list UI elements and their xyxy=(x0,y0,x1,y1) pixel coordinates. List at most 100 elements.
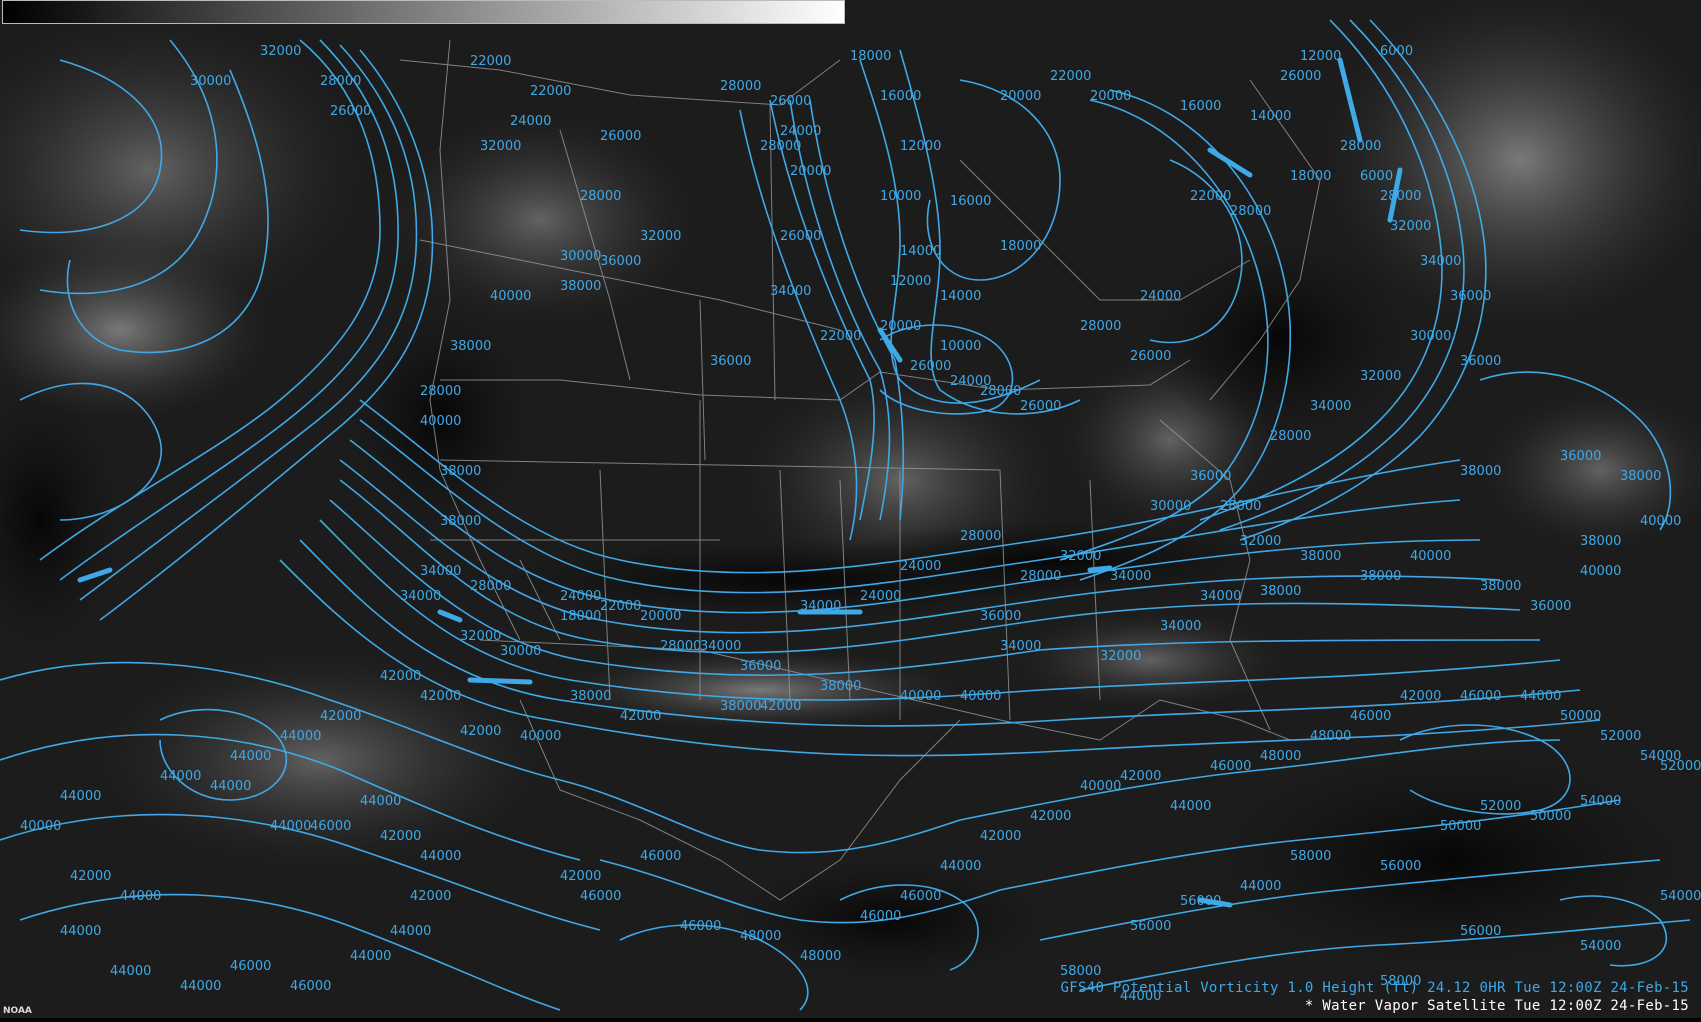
contour-label: 38000 xyxy=(1480,579,1521,594)
contour-label: 18000 xyxy=(850,49,891,64)
contour-label: 6000 xyxy=(1360,169,1393,184)
satellite-caption: * Water Vapor Satellite Tue 12:00Z 24-Fe… xyxy=(1304,998,1689,1014)
contour-label: 54000 xyxy=(1580,794,1621,809)
contour-label: 14000 xyxy=(900,244,941,259)
jet-core xyxy=(467,677,533,685)
contour-label: 14000 xyxy=(940,289,981,304)
contour-label: 48000 xyxy=(800,949,841,964)
contour-label: 32000 xyxy=(1360,369,1401,384)
contour-label: 44000 xyxy=(60,789,101,804)
contour-label: 44000 xyxy=(280,729,321,744)
contour-label: 32000 xyxy=(1240,534,1281,549)
contour-label: 52000 xyxy=(1600,729,1641,744)
contour-label: 18000 xyxy=(560,609,601,624)
contour-label: 54000 xyxy=(1580,939,1621,954)
contour-label: 42000 xyxy=(320,709,361,724)
contour-label: 46000 xyxy=(1350,709,1391,724)
contour-label: 30000 xyxy=(1410,329,1451,344)
satellite-color-scale xyxy=(2,0,845,24)
contour-label: 20000 xyxy=(880,319,921,334)
contour-label: 34000 xyxy=(1160,619,1201,634)
contour-label: 42000 xyxy=(980,829,1021,844)
contour-label: 44000 xyxy=(230,749,271,764)
contour-label: 28000 xyxy=(1340,139,1381,154)
contour-label: 12000 xyxy=(900,139,941,154)
contour-label: 36000 xyxy=(1530,599,1571,614)
contour-label: 36000 xyxy=(740,659,781,674)
contour-label: 46000 xyxy=(1460,689,1501,704)
contour-label: 10000 xyxy=(940,339,981,354)
contour-label: 16000 xyxy=(950,194,991,209)
contour-label: 38000 xyxy=(1300,549,1341,564)
contour-label: 32000 xyxy=(460,629,501,644)
contour-label: 40000 xyxy=(1410,549,1451,564)
contour-label: 44000 xyxy=(1170,799,1211,814)
contour-label: 46000 xyxy=(310,819,351,834)
contour-label: 42000 xyxy=(560,869,601,884)
contour-label: 42000 xyxy=(1120,769,1161,784)
contour-label: 26000 xyxy=(770,94,811,109)
contour-label: 50000 xyxy=(1440,819,1481,834)
contour-label: 28000 xyxy=(420,384,461,399)
contour-label: 46000 xyxy=(900,889,941,904)
contour-label: 40000 xyxy=(900,689,941,704)
contour-label: 44000 xyxy=(210,779,251,794)
contour-label: 40000 xyxy=(1080,779,1121,794)
contour-label: 44000 xyxy=(940,859,981,874)
contour-label: 46000 xyxy=(230,959,271,974)
contour-label: 22000 xyxy=(1190,189,1231,204)
contour-label: 30000 xyxy=(190,74,231,89)
contour-label: 28000 xyxy=(1380,189,1421,204)
contour-label: 28000 xyxy=(320,74,361,89)
contour-label: 56000 xyxy=(1180,894,1221,909)
contour-label: 28000 xyxy=(1270,429,1311,444)
contour-label: 34000 xyxy=(1310,399,1351,414)
contour-label: 56000 xyxy=(1460,924,1501,939)
contour-label: 44000 xyxy=(60,924,101,939)
contour-label: 26000 xyxy=(1020,399,1061,414)
contour-label: 36000 xyxy=(1190,469,1231,484)
product-caption: GFS40 Potential Vorticity 1.0 Height (ft… xyxy=(1060,980,1689,996)
contour-label: 52000 xyxy=(1660,759,1701,774)
contour-label: 36000 xyxy=(1450,289,1491,304)
contour-label: 40000 xyxy=(20,819,61,834)
contour-label: 16000 xyxy=(880,89,921,104)
contour-label: 56000 xyxy=(1130,919,1171,934)
contour-label: 56000 xyxy=(1380,859,1421,874)
contour-label: 40000 xyxy=(490,289,531,304)
contour-label: 24000 xyxy=(560,589,601,604)
contour-label: 22000 xyxy=(600,599,641,614)
contour-label: 58000 xyxy=(1060,964,1101,979)
contour-label: 38000 xyxy=(1360,569,1401,584)
contour-label: 22000 xyxy=(1050,69,1091,84)
contour-label: 40000 xyxy=(520,729,561,744)
contour-label: 24000 xyxy=(510,114,551,129)
contour-label: 28000 xyxy=(960,529,1001,544)
contour-label: 22000 xyxy=(530,84,571,99)
contour-label: 44000 xyxy=(270,819,311,834)
contour-label: 20000 xyxy=(1000,89,1041,104)
contour-label: 38000 xyxy=(440,514,481,529)
contour-label: 32000 xyxy=(1390,219,1431,234)
contour-label: 54000 xyxy=(1660,889,1701,904)
contour-label: 46000 xyxy=(640,849,681,864)
contour-label: 18000 xyxy=(1000,239,1041,254)
contour-label: 44000 xyxy=(160,769,201,784)
contour-label: 18000 xyxy=(1290,169,1331,184)
contour-label: 32000 xyxy=(1060,549,1101,564)
contour-label: 36000 xyxy=(980,609,1021,624)
contour-label: 42000 xyxy=(410,889,451,904)
contour-label: 42000 xyxy=(620,709,661,724)
contour-label: 44000 xyxy=(180,979,221,994)
contour-label: 32000 xyxy=(480,139,521,154)
contour-label: 44000 xyxy=(1520,689,1561,704)
contour-label: 48000 xyxy=(1260,749,1301,764)
contour-label: 12000 xyxy=(1300,49,1341,64)
contour-label: 28000 xyxy=(720,79,761,94)
contour-label: 42000 xyxy=(1400,689,1441,704)
contour-label: 32000 xyxy=(260,44,301,59)
contour-label: 28000 xyxy=(1080,319,1121,334)
contour-label: 40000 xyxy=(960,689,1001,704)
contour-label: 46000 xyxy=(1210,759,1251,774)
contour-label: 36000 xyxy=(710,354,751,369)
